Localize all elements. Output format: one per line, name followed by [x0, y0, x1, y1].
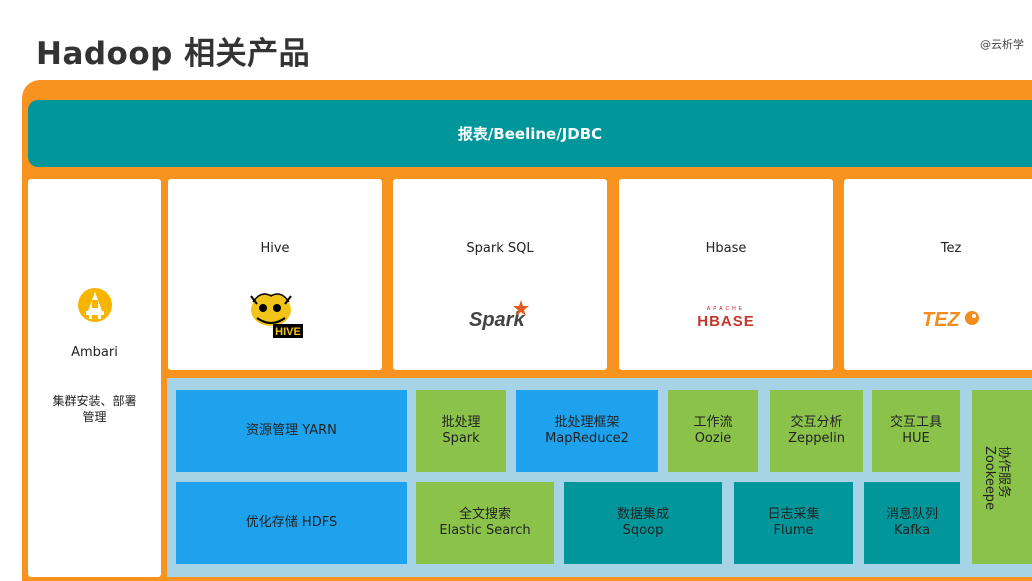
zookeeper-line1: 协作服务 [996, 445, 1011, 498]
zeppelin-line1: 交互分析 [790, 415, 843, 430]
kafka-block: 消息队列 Kafka [864, 482, 960, 564]
yarn-block: 资源管理 YARN [176, 390, 407, 472]
hive-label: Hive [260, 241, 290, 256]
hbase-logo-text: HBASE [697, 313, 755, 330]
zookeeper-label: 协作服务 Zookeepe [982, 445, 1011, 511]
elastic-block: 全文搜索 Elastic Search [416, 482, 554, 564]
oozie-line1: 工作流 [693, 415, 733, 430]
zeppelin-line2: Zeppelin [788, 431, 845, 446]
hbase-label: Hbase [705, 241, 747, 256]
tez-logo-text: TEZ [922, 309, 961, 331]
sqoop-block: 数据集成 Sqoop [564, 482, 722, 564]
hue-line1: 交互工具 [889, 415, 942, 430]
page-title: Hadoop 相关产品 [36, 36, 311, 72]
watermark: @云析学 [980, 38, 1024, 51]
elastic-line2: Elastic Search [439, 523, 531, 538]
reporting-banner: 报表/Beeline/JDBC [28, 100, 1032, 167]
tez-label: Tez [940, 241, 962, 256]
spark-sql-card: Spark SQL Spark [393, 179, 607, 370]
tez-card: Tez TEZ [844, 179, 1032, 370]
hive-card: Hive HIVE [168, 179, 382, 370]
flume-line1: 日志采集 [767, 507, 820, 522]
mapreduce-line1: 批处理框架 [554, 415, 620, 430]
hbase-logo-small: APACHE [707, 306, 745, 312]
ambari-name: Ambari [71, 345, 118, 360]
hdfs-block: 优化存储 HDFS [176, 482, 407, 564]
ambari-desc-line1: 集群安装、部署 [52, 394, 137, 408]
sqoop-line1: 数据集成 [616, 507, 669, 522]
spark-sql-label: Spark SQL [466, 241, 534, 256]
mapreduce-line2: MapReduce2 [545, 431, 629, 446]
kafka-line2: Kafka [893, 523, 931, 538]
hdfs-label: 优化存储 HDFS [245, 515, 338, 530]
hue-block: 交互工具 HUE [872, 390, 960, 472]
ambari-description: 集群安装、部署 管理 [34, 393, 155, 425]
spark-line2: Spark [442, 431, 480, 446]
mapreduce-block: 批处理框架 MapReduce2 [516, 390, 658, 472]
spark-line1: 批处理 [441, 415, 481, 430]
spark-block: 批处理 Spark [416, 390, 506, 472]
ambari-icon [77, 287, 113, 327]
oozie-block: 工作流 Oozie [668, 390, 758, 472]
spark-logo-icon: Spark [393, 291, 607, 341]
hive-logo-icon: HIVE [168, 291, 382, 341]
hue-line2: HUE [902, 431, 930, 446]
ambari-card: Ambari 集群安装、部署 管理 [28, 179, 161, 577]
hbase-logo-icon: APACHE HBASE [619, 291, 833, 341]
spark-logo-text: Spark [469, 309, 525, 331]
flume-block: 日志采集 Flume [734, 482, 853, 564]
sqoop-line2: Sqoop [622, 523, 664, 538]
kafka-line1: 消息队列 [885, 507, 938, 522]
hive-logo-text: HIVE [275, 326, 301, 338]
hbase-card: Hbase APACHE HBASE [619, 179, 833, 370]
ambari-desc-line2: 管理 [82, 410, 107, 424]
elastic-line1: 全文搜索 [458, 507, 511, 522]
yarn-label: 资源管理 YARN [246, 423, 337, 438]
oozie-line2: Oozie [694, 431, 732, 446]
flume-line2: Flume [773, 523, 814, 538]
banner-label: 报表/Beeline/JDBC [457, 125, 603, 143]
zeppelin-block: 交互分析 Zeppelin [770, 390, 863, 472]
zookeeper-line2: Zookeepe [982, 445, 997, 511]
tez-logo-icon: TEZ [844, 291, 1032, 341]
